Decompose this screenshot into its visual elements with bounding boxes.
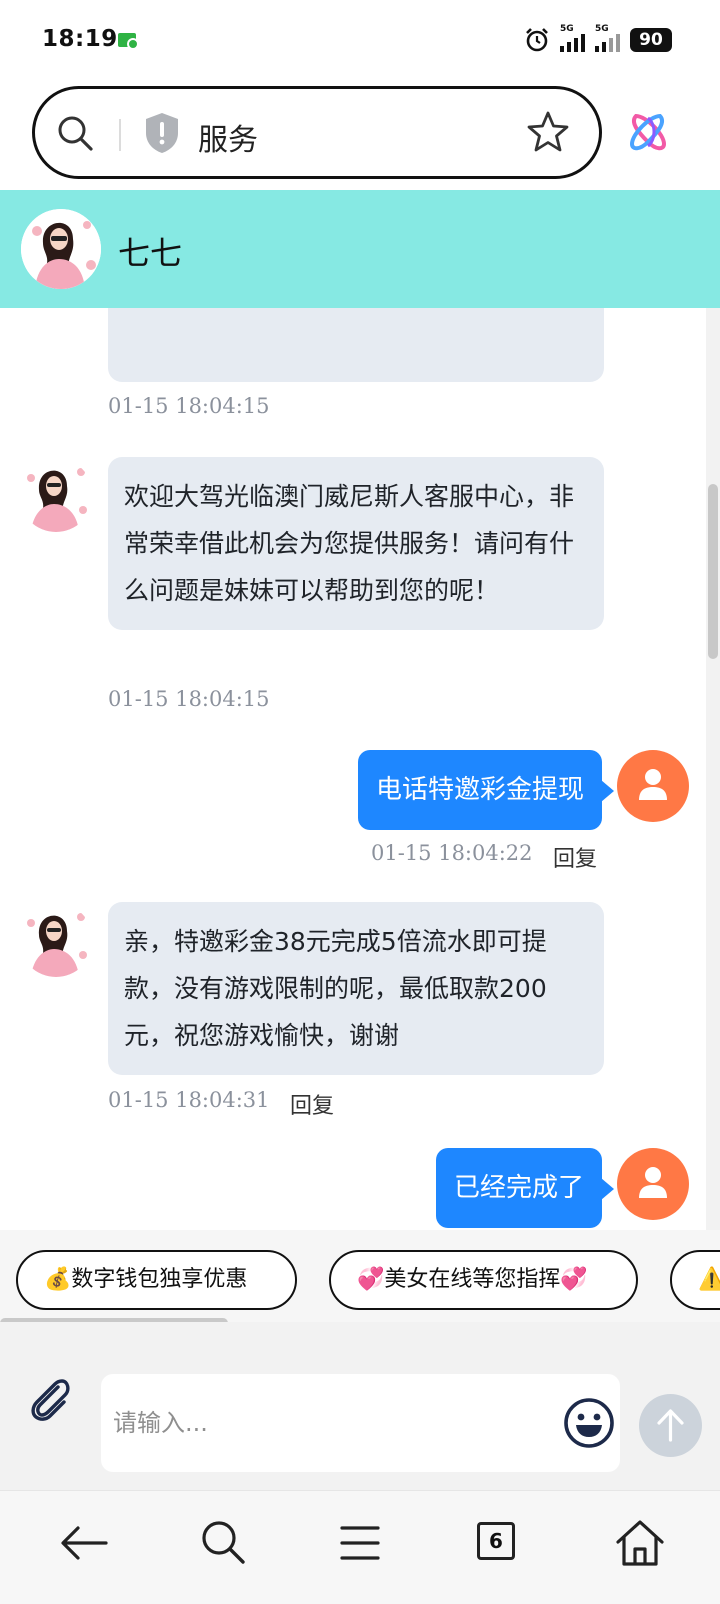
send-button[interactable] — [639, 1394, 702, 1457]
bottom-navigation: 6 — [0, 1490, 720, 1604]
avatar[interactable] — [617, 750, 689, 822]
menu-icon[interactable] — [332, 1515, 388, 1571]
message-list[interactable]: 01-15 18:04:15 欢迎大驾光临澳门威尼斯人客服中心，非常荣幸借此机会… — [0, 308, 720, 1230]
quick-reply-chip[interactable]: 💰数字钱包独享优惠 — [16, 1250, 297, 1310]
message-bubble[interactable]: 亲，特邀彩金38元完成5倍流水即可提款，没有游戏限制的呢，最低取款200元，祝您… — [108, 902, 604, 1075]
battery-icon: 90 — [630, 28, 672, 52]
message-bubble[interactable]: 电话特邀彩金提现 — [357, 750, 614, 830]
status-time: 18:19 — [42, 26, 118, 52]
message-text: 已经完成了 — [453, 1173, 584, 1203]
send-arrow-icon — [657, 1409, 684, 1442]
emoji-icon[interactable] — [562, 1396, 616, 1450]
shield-icon[interactable] — [143, 111, 181, 155]
address-bar[interactable]: 服务 — [32, 86, 602, 179]
message-bubble[interactable]: 已经完成了 — [435, 1148, 614, 1228]
address-text[interactable]: 服务 — [198, 115, 258, 159]
alarm-icon — [526, 28, 548, 52]
tabs-icon[interactable]: 6 — [477, 1522, 515, 1560]
message-bubble[interactable] — [108, 308, 604, 382]
search-icon[interactable] — [55, 113, 95, 153]
message-text: 亲，特邀彩金38元完成5倍流水即可提款，没有游戏限制的呢，最低取款200元，祝您… — [124, 927, 547, 1050]
reply-link[interactable]: 回复 — [290, 1088, 334, 1120]
quick-replies[interactable]: 💰数字钱包独享优惠 💞美女在线等您指挥💞 ⚠️ — [0, 1230, 720, 1322]
scrollbar-track[interactable] — [706, 308, 720, 1230]
avatar[interactable] — [21, 209, 101, 289]
message-input[interactable] — [101, 1374, 620, 1472]
message-text: 欢迎大驾光临澳门威尼斯人客服中心，非常荣幸借此机会为您提供服务！请问有什么问题是… — [124, 482, 575, 605]
network-type: 5G — [560, 24, 574, 34]
signal-icon: 5G — [560, 24, 585, 52]
bubble-tail — [601, 780, 614, 802]
quick-reply-chip[interactable]: ⚠️ — [670, 1250, 720, 1310]
network-type-2: 5G — [595, 24, 609, 34]
message-bubble[interactable]: 欢迎大驾光临澳门威尼斯人客服中心，非常荣幸借此机会为您提供服务！请问有什么问题是… — [108, 457, 604, 630]
app-logo-icon[interactable] — [626, 110, 670, 154]
composer — [0, 1322, 720, 1490]
sim-icon — [118, 33, 139, 50]
message-timestamp: 01-15 18:04:15 — [108, 394, 270, 418]
tab-count: 6 — [489, 1529, 503, 1553]
message-timestamp: 01-15 18:04:22 — [371, 841, 533, 865]
bubble-tail — [601, 1178, 614, 1200]
avatar[interactable] — [19, 458, 93, 532]
address-divider — [119, 119, 121, 151]
message-timestamp: 01-15 18:04:31 — [108, 1088, 270, 1112]
back-arrow-icon[interactable] — [56, 1515, 112, 1571]
star-icon[interactable] — [525, 109, 571, 155]
quick-reply-chip[interactable]: 💞美女在线等您指挥💞 — [329, 1250, 638, 1310]
search-icon[interactable] — [196, 1515, 252, 1571]
reply-link[interactable]: 回复 — [553, 841, 597, 873]
user-icon — [639, 769, 667, 800]
avatar[interactable] — [617, 1148, 689, 1220]
scrollbar-thumb[interactable] — [708, 484, 718, 659]
status-bar: 18:19 5G 5G 90 — [0, 0, 720, 80]
avatar[interactable] — [19, 903, 93, 977]
contact-name: 七七 — [118, 234, 183, 272]
message-text: 电话特邀彩金提现 — [375, 775, 584, 805]
chat-header: 七七 — [0, 190, 720, 308]
attach-icon[interactable] — [24, 1373, 76, 1425]
status-indicators: 5G 5G 90 — [524, 24, 672, 56]
user-icon — [639, 1167, 667, 1198]
signal-icon-2: 5G — [595, 24, 620, 52]
message-timestamp: 01-15 18:04:15 — [108, 687, 270, 711]
home-icon[interactable] — [612, 1515, 668, 1571]
